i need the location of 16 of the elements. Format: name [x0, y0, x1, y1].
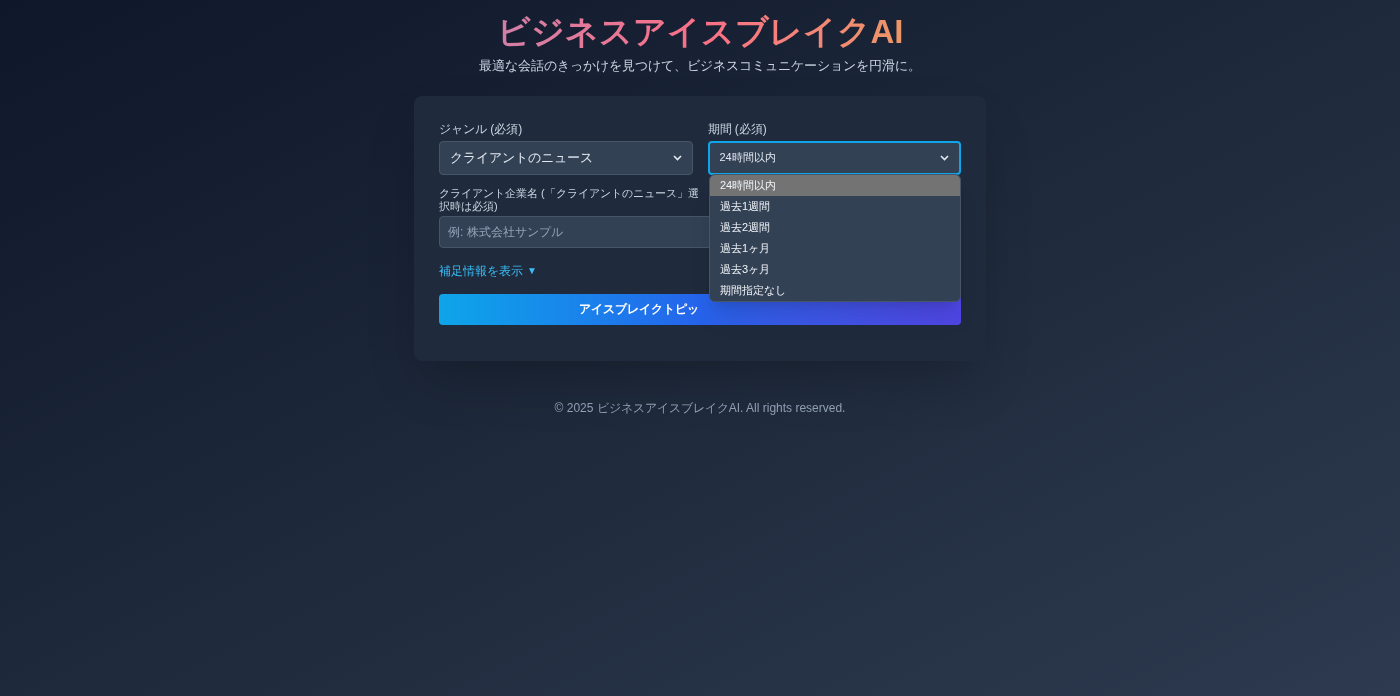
period-option[interactable]: 期間指定なし — [710, 279, 960, 301]
footer-text: © 2025 ビジネスアイスブレイクAI. All rights reserved. — [554, 399, 846, 417]
field-label: 期間 (必須) — [707, 120, 768, 138]
show-details-link[interactable]: 補足情報を表示 ▼ — [439, 261, 537, 280]
period-option[interactable]: 過去1週間 — [710, 195, 960, 217]
period-option[interactable]: 過去3ヶ月 — [710, 258, 960, 280]
chevron-down-icon — [940, 154, 949, 161]
field-label: クライアント企業名 (「クライアントのニュース」選択時は必須) — [439, 186, 700, 213]
period-select[interactable]: 24時間以内 — [707, 140, 961, 175]
period-option[interactable]: 過去1ヶ月 — [710, 237, 960, 259]
chevron-down-icon — [672, 154, 682, 161]
subtitle: 最適な会話のきっかけを見つけて、ビジネスコミュニケーションを円滑に。 — [479, 57, 921, 75]
genre-select[interactable]: クライアントのニュース — [439, 140, 693, 175]
period-option[interactable]: 過去2週間 — [710, 216, 960, 238]
field-label: ジャンル (必須) — [439, 120, 524, 138]
period-option[interactable]: 24時間以内 — [710, 174, 960, 196]
